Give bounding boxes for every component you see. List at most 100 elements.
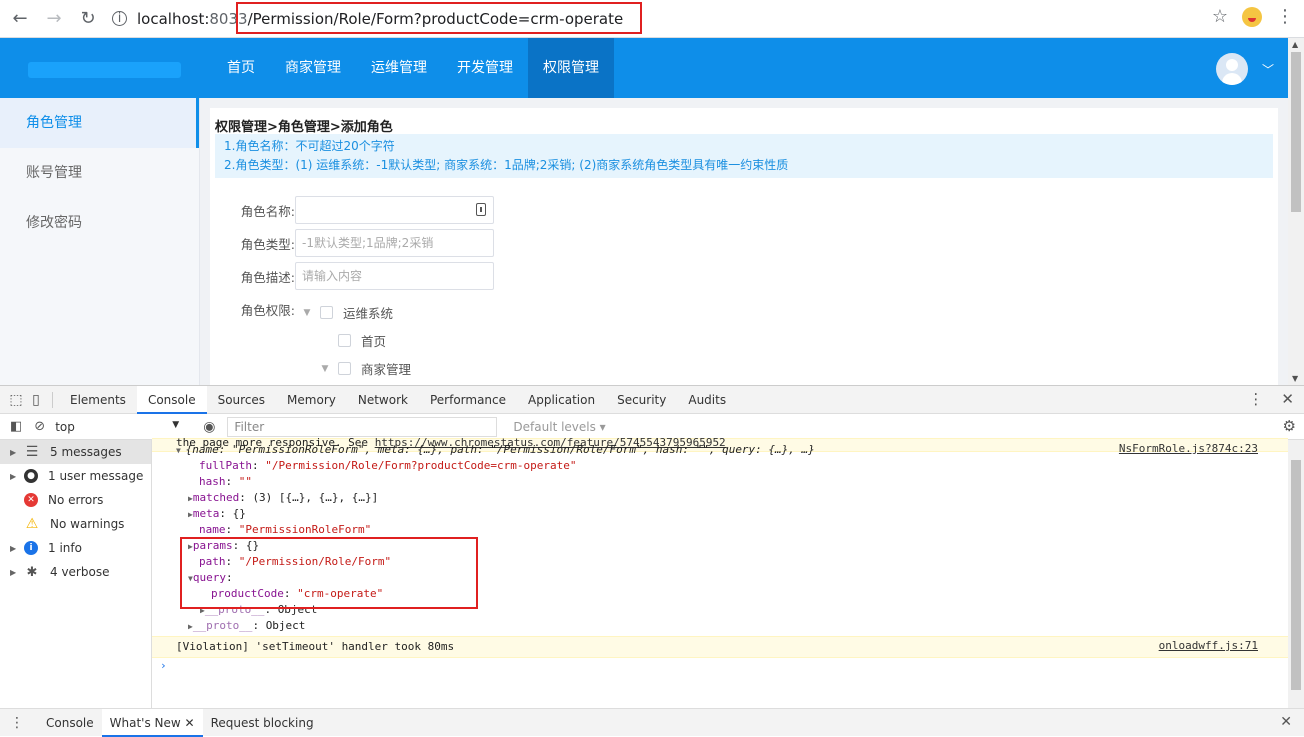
sidebar-item-account[interactable]: 账号管理 [0,148,199,198]
nav-dev[interactable]: 开发管理 [442,38,528,98]
tab-audits[interactable]: Audits [677,386,737,414]
nav-merchant[interactable]: 商家管理 [270,38,356,98]
browser-menu-icon[interactable]: ⋮ [1276,6,1294,27]
expand-arrow-icon[interactable]: ▶ [10,544,24,553]
page-scrollbar[interactable]: ▲ ▼ [1288,38,1304,385]
source-link-onloadwff[interactable]: onloadwff.js:71 [1159,639,1258,652]
sidebar-errors[interactable]: ✕ No errors [0,488,151,512]
breadcrumb: 权限管理>角色管理>添加角色 [215,120,393,135]
scroll-down-icon[interactable]: ▼ [1292,374,1298,383]
nav-permission[interactable]: 权限管理 [528,38,614,98]
gear-icon[interactable]: ⚙ [1283,417,1296,435]
clear-console-icon[interactable]: ⊘ [34,419,45,434]
close-tab-icon[interactable]: ✕ [185,716,195,730]
prop-proto[interactable]: ▶__proto__: Object [188,618,305,634]
console-scroll-thumb[interactable] [1291,460,1301,690]
form-panel: 权限管理>角色管理>添加角色 1.角色名称：不可超过20个字符 2.角色类型：(… [210,108,1278,385]
bookmark-star-icon[interactable]: ☆ [1212,6,1228,27]
nav-ops[interactable]: 运维管理 [356,38,442,98]
prop-matched[interactable]: ▶matched: (3) [{…}, {…}, {…}] [188,490,378,506]
devtools-menu-icon[interactable]: ⋮ [1248,390,1263,408]
checkbox[interactable] [320,306,333,319]
sidebar-info[interactable]: ▶ i 1 info [0,536,151,560]
password-manager-icon[interactable] [476,203,486,216]
device-toolbar-icon[interactable]: ▯ [26,390,46,410]
scroll-up-icon[interactable]: ▲ [1292,40,1298,49]
tab-network[interactable]: Network [347,386,419,414]
caret-down-icon[interactable]: ▼ [300,308,314,318]
tab-performance[interactable]: Performance [419,386,517,414]
console-scrollbar[interactable] [1288,440,1304,708]
close-devtools-icon[interactable]: ✕ [1281,390,1294,408]
sidebar-toggle-icon[interactable]: ◧ [10,419,22,434]
user-menu[interactable]: ﹀ [1215,53,1274,85]
tree-node-home[interactable]: 首页 [318,331,386,350]
expand-arrow-icon[interactable]: ▶ [10,448,24,457]
console-prompt[interactable]: › [160,658,167,674]
prop-meta[interactable]: ▶meta: {} [188,506,246,522]
extension-emoji-icon[interactable] [1242,6,1262,27]
source-link-nsformrole[interactable]: NsFormRole.js?874c:23 [1119,442,1258,455]
drawer-tab-request-blocking[interactable]: Request blocking [203,709,322,737]
checkbox[interactable] [338,334,351,347]
top-nav: 首页 商家管理 运维管理 开发管理 权限管理 [212,38,614,98]
tab-elements[interactable]: Elements [59,386,137,414]
reload-icon[interactable]: ↻ [74,5,102,33]
tab-sources[interactable]: Sources [207,386,276,414]
inspect-element-icon[interactable]: ⬚ [6,390,26,410]
sidebar-verbose[interactable]: ▶ ✱ 4 verbose [0,560,151,584]
warning-icon: ⚠ [25,516,39,532]
sidebar-label: 4 verbose [50,565,110,579]
console-output: the page more responsive. See https://ww… [152,436,1288,708]
tree-node-merchant[interactable]: ▼ 商家管理 [318,359,411,378]
filter-input[interactable]: Filter [227,416,498,437]
logo[interactable] [28,62,181,78]
role-desc-input[interactable]: 请输入内容 [295,262,494,290]
log-levels-select[interactable]: Default levels ▾ [513,420,605,434]
main-content: 权限管理>角色管理>添加角色 1.角色名称：不可超过20个字符 2.角色类型：(… [200,98,1288,385]
drawer-tab-whats-new[interactable]: What's New ✕ [101,708,203,737]
expand-arrow-icon[interactable]: ▶ [10,568,24,577]
context-select[interactable]: top ▼ [55,420,185,434]
checkbox[interactable] [338,362,351,375]
sidebar-messages[interactable]: ▶ ☰ 5 messages [0,440,151,464]
sidebar-label: No errors [48,493,104,507]
role-name-input[interactable] [295,196,494,224]
tab-application[interactable]: Application [517,386,606,414]
context-value: top [55,419,75,434]
role-desc-row: 角色描述: 请输入内容 [235,262,494,290]
avatar[interactable] [1215,53,1248,85]
role-name-label: 角色名称: [240,203,295,219]
sidebar-item-role[interactable]: 角色管理 [0,98,199,148]
caret-down-icon[interactable]: ▼ [318,364,332,374]
role-desc-label: 角色描述: [240,269,295,285]
tip-box: 1.角色名称：不可超过20个字符 2.角色类型：(1) 运维系统：-1默认类型;… [215,134,1273,178]
browser-toolbar: ← → ↻ i localhost: 8033/Permission/Role/F… [0,0,1304,38]
tab-console[interactable]: Console [136,385,207,414]
sidebar-user-messages[interactable]: ▶ ● 1 user message [0,464,151,488]
drawer-menu-icon[interactable]: ⋮ [10,715,24,731]
tree-node-ops[interactable]: ▼ 运维系统 [300,303,393,322]
scroll-thumb[interactable] [1291,52,1301,212]
tab-security[interactable]: Security [606,386,677,414]
sidebar-warnings[interactable]: ⚠ No warnings [0,512,151,536]
info-icon[interactable]: i [112,11,127,26]
devtools-drawer: ⋮ Console What's New ✕ Request blocking … [0,708,1304,737]
role-type-input[interactable]: -1默认类型;1品牌;2采销 [295,229,494,257]
back-arrow-icon[interactable]: ← [6,5,34,33]
tab-memory[interactable]: Memory [276,386,347,414]
list-icon: ☰ [25,444,39,460]
nav-home[interactable]: 首页 [212,38,270,98]
close-drawer-icon[interactable]: ✕ [1280,714,1292,730]
expand-arrow-icon[interactable]: ▶ [10,472,24,481]
drawer-tab-console[interactable]: Console [38,709,102,737]
role-name-row: 角色名称: [235,196,494,224]
role-type-row: 角色类型: -1默认类型;1品牌;2采销 [235,229,494,257]
info-icon: i [24,541,38,555]
chevron-down-icon[interactable]: ﹀ [1262,61,1274,78]
url-host: localhost: [137,9,210,28]
console-object-summary[interactable]: ▼ {name: "PermissionRoleForm", meta: {…}… [176,442,815,458]
forward-arrow-icon[interactable]: → [40,5,68,33]
eye-icon[interactable]: ◉ [203,419,215,435]
sidebar-item-password[interactable]: 修改密码 [0,198,199,248]
